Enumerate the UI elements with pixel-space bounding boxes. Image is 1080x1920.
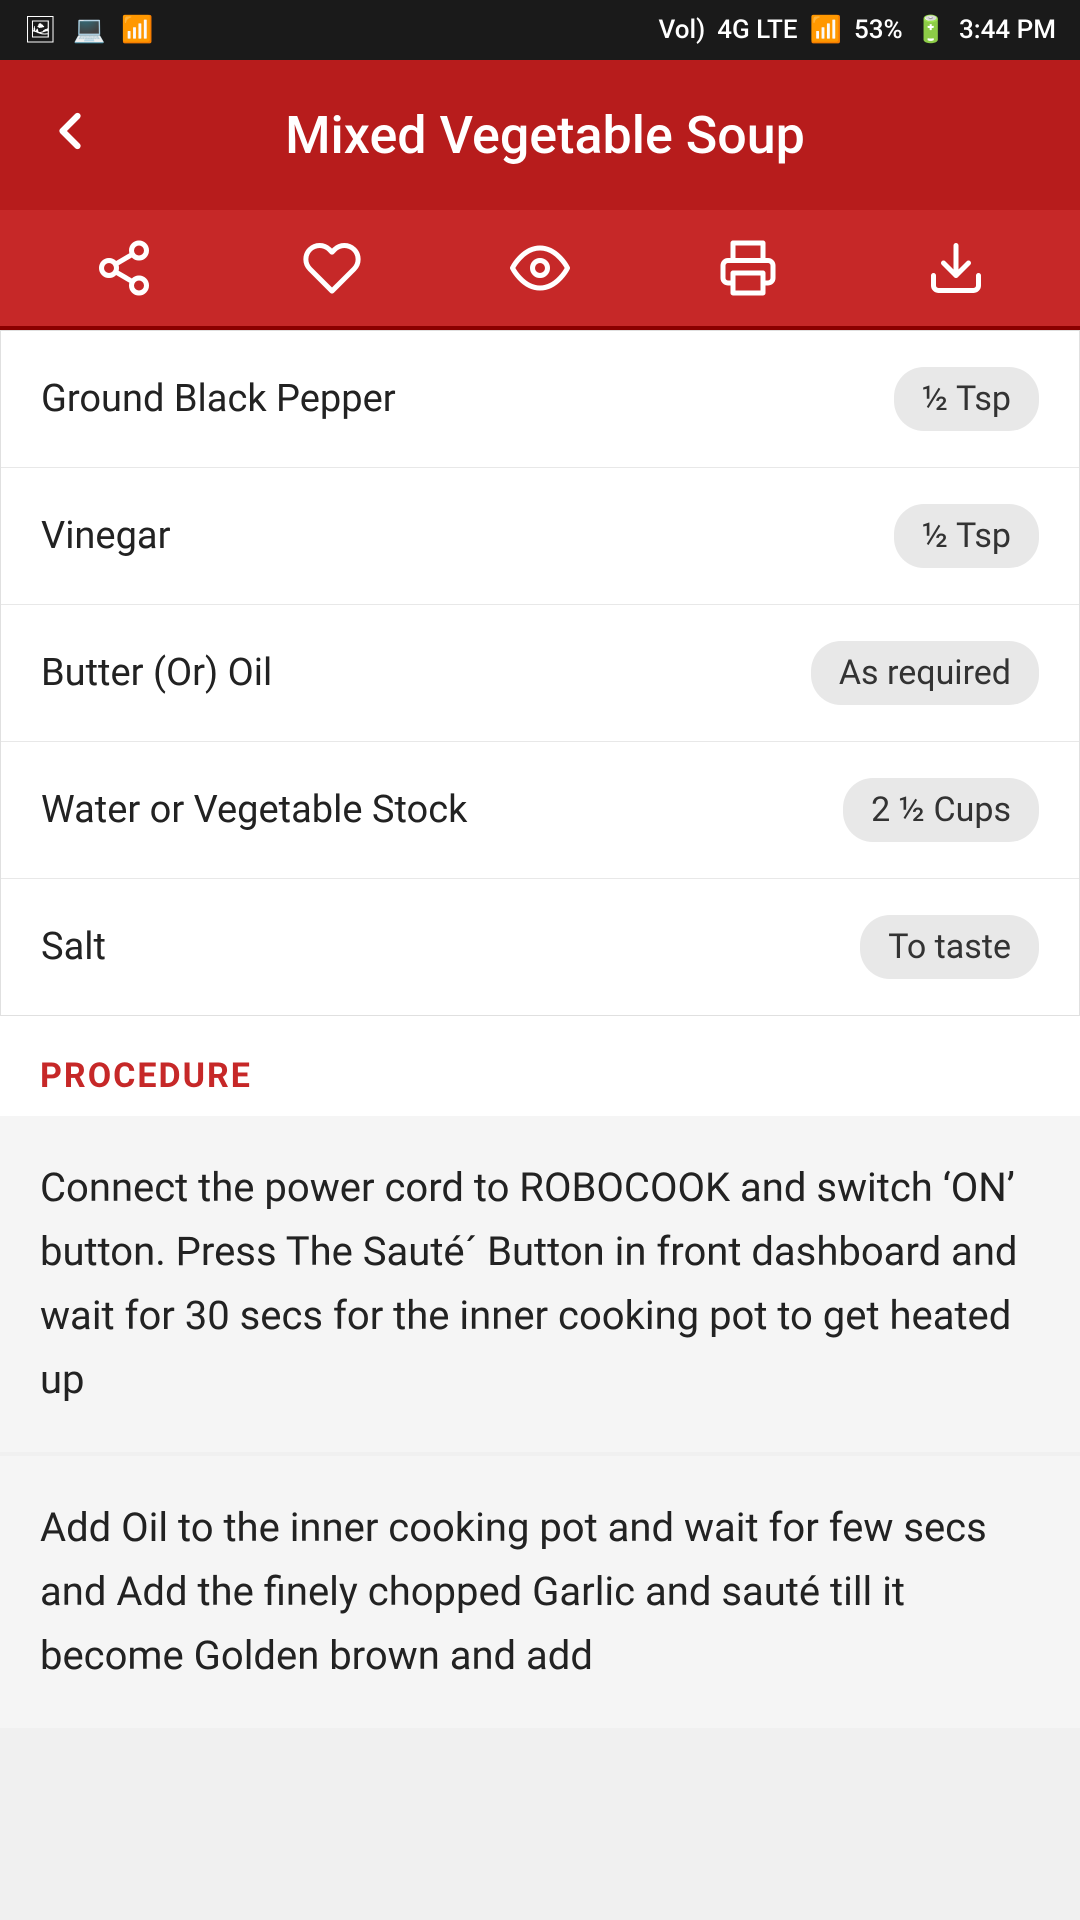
ingredient-name: Butter (Or) Oil	[41, 651, 272, 695]
ingredient-name: Salt	[41, 925, 106, 969]
ingredient-name: Ground Black Pepper	[41, 377, 396, 421]
ingredient-row: Vinegar ½ Tsp	[1, 468, 1079, 605]
vol-indicator: Vol)	[659, 15, 706, 45]
back-button[interactable]	[40, 101, 100, 170]
procedure-step-2: Add Oil to the inner cooking pot and wai…	[0, 1456, 1080, 1728]
ingredient-row: Salt To taste	[1, 879, 1079, 1015]
lte-indicator: 4G LTE	[717, 15, 797, 45]
ingredient-row: Water or Vegetable Stock 2 ½ Cups	[1, 742, 1079, 879]
share-button[interactable]	[84, 228, 164, 308]
ingredient-row: Butter (Or) Oil As required	[1, 605, 1079, 742]
app-header: Mixed Vegetable Soup	[0, 60, 1080, 210]
battery-icon: 🔋	[915, 15, 947, 45]
battery-percent: 53%	[854, 15, 903, 45]
status-bar: 🖼 💻 📶 Vol) 4G LTE 📶 53% 🔋 3:44 PM	[0, 0, 1080, 60]
status-bar-right: Vol) 4G LTE 📶 53% 🔋 3:44 PM	[659, 15, 1056, 45]
toolbar	[0, 210, 1080, 330]
wifi-icon: 📶	[121, 15, 153, 45]
page-title: Mixed Vegetable Soup	[130, 105, 960, 166]
procedure-step-1: Connect the power cord to ROBOCOOK and s…	[0, 1116, 1080, 1452]
time-display: 3:44 PM	[959, 15, 1056, 45]
download-button[interactable]	[916, 228, 996, 308]
ingredient-row: Ground Black Pepper ½ Tsp	[1, 331, 1079, 468]
ingredient-name: Water or Vegetable Stock	[41, 788, 467, 832]
status-bar-left: 🖼 💻 📶	[24, 15, 154, 45]
ingredient-name: Vinegar	[41, 514, 170, 558]
ingredient-amount: ½ Tsp	[894, 367, 1039, 431]
print-button[interactable]	[708, 228, 788, 308]
procedure-label: PROCEDURE	[0, 1016, 1080, 1116]
ingredient-amount: As required	[811, 641, 1039, 705]
laptop-icon: 💻	[73, 15, 105, 45]
ingredient-amount: 2 ½ Cups	[843, 778, 1039, 842]
favorite-button[interactable]	[292, 228, 372, 308]
ingredient-amount: ½ Tsp	[894, 504, 1039, 568]
ingredients-section: Ground Black Pepper ½ Tsp Vinegar ½ Tsp …	[0, 330, 1080, 1016]
image-icon: 🖼	[24, 15, 57, 45]
ingredient-amount: To taste	[860, 915, 1039, 979]
signal-bars: 📶	[810, 15, 842, 45]
view-button[interactable]	[500, 228, 580, 308]
